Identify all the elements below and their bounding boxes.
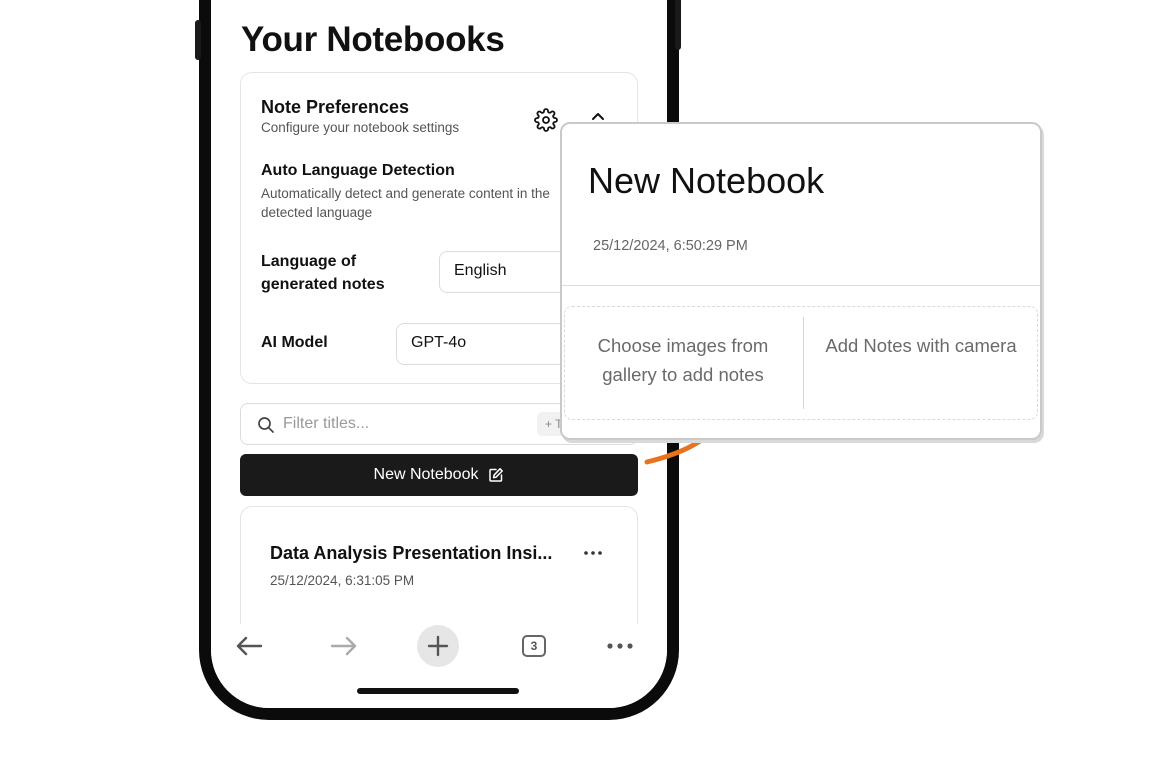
new-notebook-label: New Notebook [373,466,479,483]
arrow-left-icon [236,636,263,656]
new-notebook-button[interactable]: New Notebook [240,454,638,496]
divider [803,317,804,409]
dialog-title: New Notebook [588,160,825,201]
tab-count-badge: 3 [522,635,546,657]
preferences-title: Note Preferences [261,97,410,117]
upload-zone: Choose images from gallery to add notes … [564,306,1038,420]
new-tab-button[interactable] [417,624,459,668]
notebook-date: 25/12/2024, 6:31:05 PM [270,573,415,588]
edit-icon [489,468,504,482]
page-title: Your Notebooks [241,20,505,59]
back-button[interactable] [233,624,265,668]
home-indicator [357,688,519,694]
phone-power-button [675,0,681,50]
auto-language-title: Auto Language Detection [261,162,455,179]
search-icon [258,417,274,433]
language-label: Language of generated notes [261,253,385,293]
preferences-subtitle: Configure your notebook settings [261,120,460,135]
camera-option[interactable]: Add Notes with camera [811,331,1031,360]
browser-toolbar: 3 [211,624,667,708]
filter-titles-input[interactable] [283,413,523,435]
ellipsis-icon [607,643,633,649]
gear-icon[interactable] [534,108,558,132]
new-notebook-dialog: New Notebook 25/12/2024, 6:50:29 PM Choo… [560,122,1042,440]
auto-language-description: Automatically detect and generate conten… [261,186,550,220]
ai-model-label: AI Model [261,334,328,351]
gallery-option[interactable]: Choose images from gallery to add notes [573,331,793,389]
plus-icon [417,625,459,667]
dialog-date: 25/12/2024, 6:50:29 PM [593,238,748,254]
forward-button[interactable] [328,624,360,668]
tabs-button[interactable]: 3 [520,624,548,668]
more-options-icon[interactable] [581,543,605,563]
phone-side-button [195,20,201,60]
browser-menu-button[interactable] [605,624,635,668]
divider [562,285,1040,286]
arrow-right-icon [330,636,357,656]
notebook-title: Data Analysis Presentation Insi... [270,543,553,563]
